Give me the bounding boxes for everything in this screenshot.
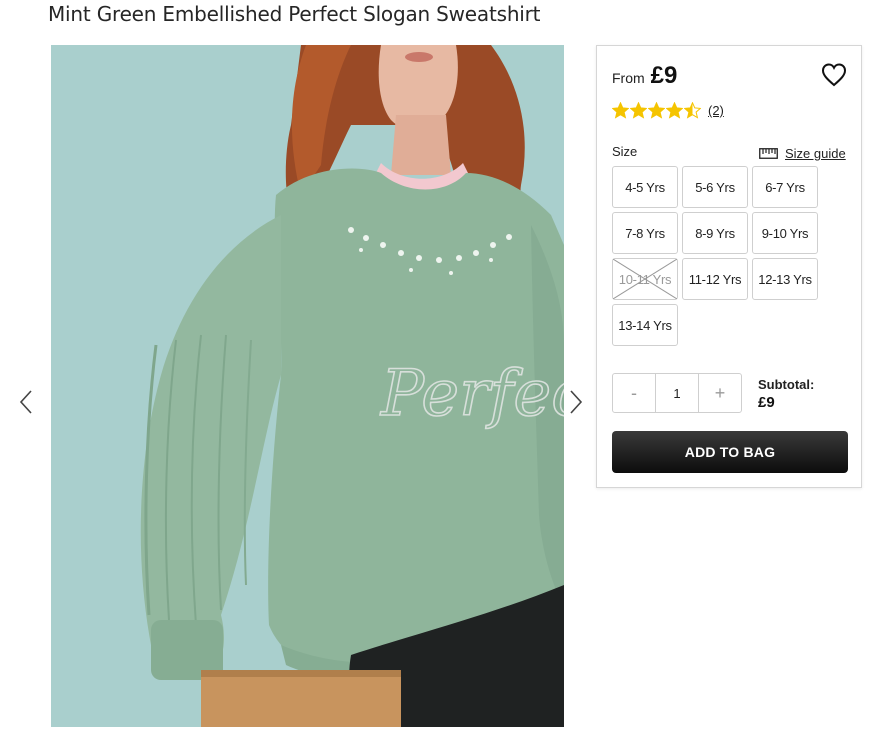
size-option[interactable]: 8-9 Yrs: [682, 212, 748, 254]
size-option-label: 11-12 Yrs: [688, 271, 742, 287]
star-full-icon: [648, 102, 665, 119]
size-option-label: 7-8 Yrs: [625, 225, 665, 241]
star-rating: [612, 102, 702, 119]
product-title: Mint Green Embellished Perfect Slogan Sw…: [48, 2, 541, 26]
quantity-increment-button[interactable]: +: [699, 374, 741, 412]
size-option[interactable]: 9-10 Yrs: [752, 212, 818, 254]
price-value: £9: [650, 62, 678, 89]
size-option[interactable]: 11-12 Yrs: [682, 258, 748, 300]
size-option[interactable]: 12-13 Yrs: [752, 258, 818, 300]
size-option-label: 6-7 Yrs: [765, 179, 805, 195]
subtotal-label: Subtotal:: [758, 377, 815, 392]
size-guide-label: Size guide: [785, 146, 846, 161]
review-count-link[interactable]: (2): [708, 103, 724, 118]
ruler-icon: [759, 148, 778, 159]
size-option[interactable]: 6-7 Yrs: [752, 166, 818, 208]
price-prefix: From: [612, 70, 645, 86]
size-option-label: 5-6 Yrs: [695, 179, 735, 195]
chevron-right-icon: [570, 390, 583, 414]
gallery-next-button[interactable]: [566, 385, 586, 419]
subtotal: Subtotal: £9: [758, 377, 814, 411]
size-option[interactable]: 5-6 Yrs: [682, 166, 748, 208]
subtotal-value: £9: [758, 394, 775, 411]
size-option-label: 10-11 Yrs: [618, 271, 672, 287]
rating: (2): [612, 102, 724, 119]
size-option-label: 8-9 Yrs: [695, 225, 735, 241]
size-option-label: 13-14 Yrs: [618, 317, 672, 333]
size-guide-link[interactable]: Size guide: [759, 146, 846, 161]
size-option-label: 12-13 Yrs: [758, 271, 812, 287]
star-full-icon: [630, 102, 647, 119]
size-option[interactable]: 7-8 Yrs: [612, 212, 678, 254]
size-option-label: 9-10 Yrs: [761, 225, 809, 241]
size-label: Size: [612, 144, 638, 159]
quantity-input[interactable]: [655, 374, 699, 412]
size-option[interactable]: 13-14 Yrs: [612, 304, 678, 346]
product-gallery: Perfect: [0, 45, 590, 727]
size-option-label: 4-5 Yrs: [625, 179, 665, 195]
price-block: From £9: [612, 62, 677, 90]
quantity-stepper: - +: [612, 373, 742, 413]
heart-icon: [821, 63, 847, 87]
star-full-icon: [612, 102, 629, 119]
wishlist-button[interactable]: [821, 62, 847, 88]
size-options: 4-5 Yrs 5-6 Yrs 6-7 Yrs 7-8 Yrs 8-9 Yrs 9-10 …: [612, 166, 822, 346]
chevron-left-icon: [19, 390, 32, 414]
size-option[interactable]: 10-11 Yrs: [612, 258, 678, 300]
slogan-embroidery: Perfect: [380, 357, 564, 431]
star-half-icon: [684, 102, 701, 119]
size-option[interactable]: 4-5 Yrs: [612, 166, 678, 208]
purchase-panel: From £9 (2) Size Size guide 4-5 Yrs 5-6 Y…: [596, 45, 862, 488]
product-image[interactable]: Perfect: [51, 45, 564, 727]
quantity-decrement-button[interactable]: -: [613, 374, 655, 412]
gallery-prev-button[interactable]: [16, 385, 36, 419]
add-to-bag-button[interactable]: ADD TO BAG: [612, 431, 848, 473]
star-full-icon: [666, 102, 683, 119]
